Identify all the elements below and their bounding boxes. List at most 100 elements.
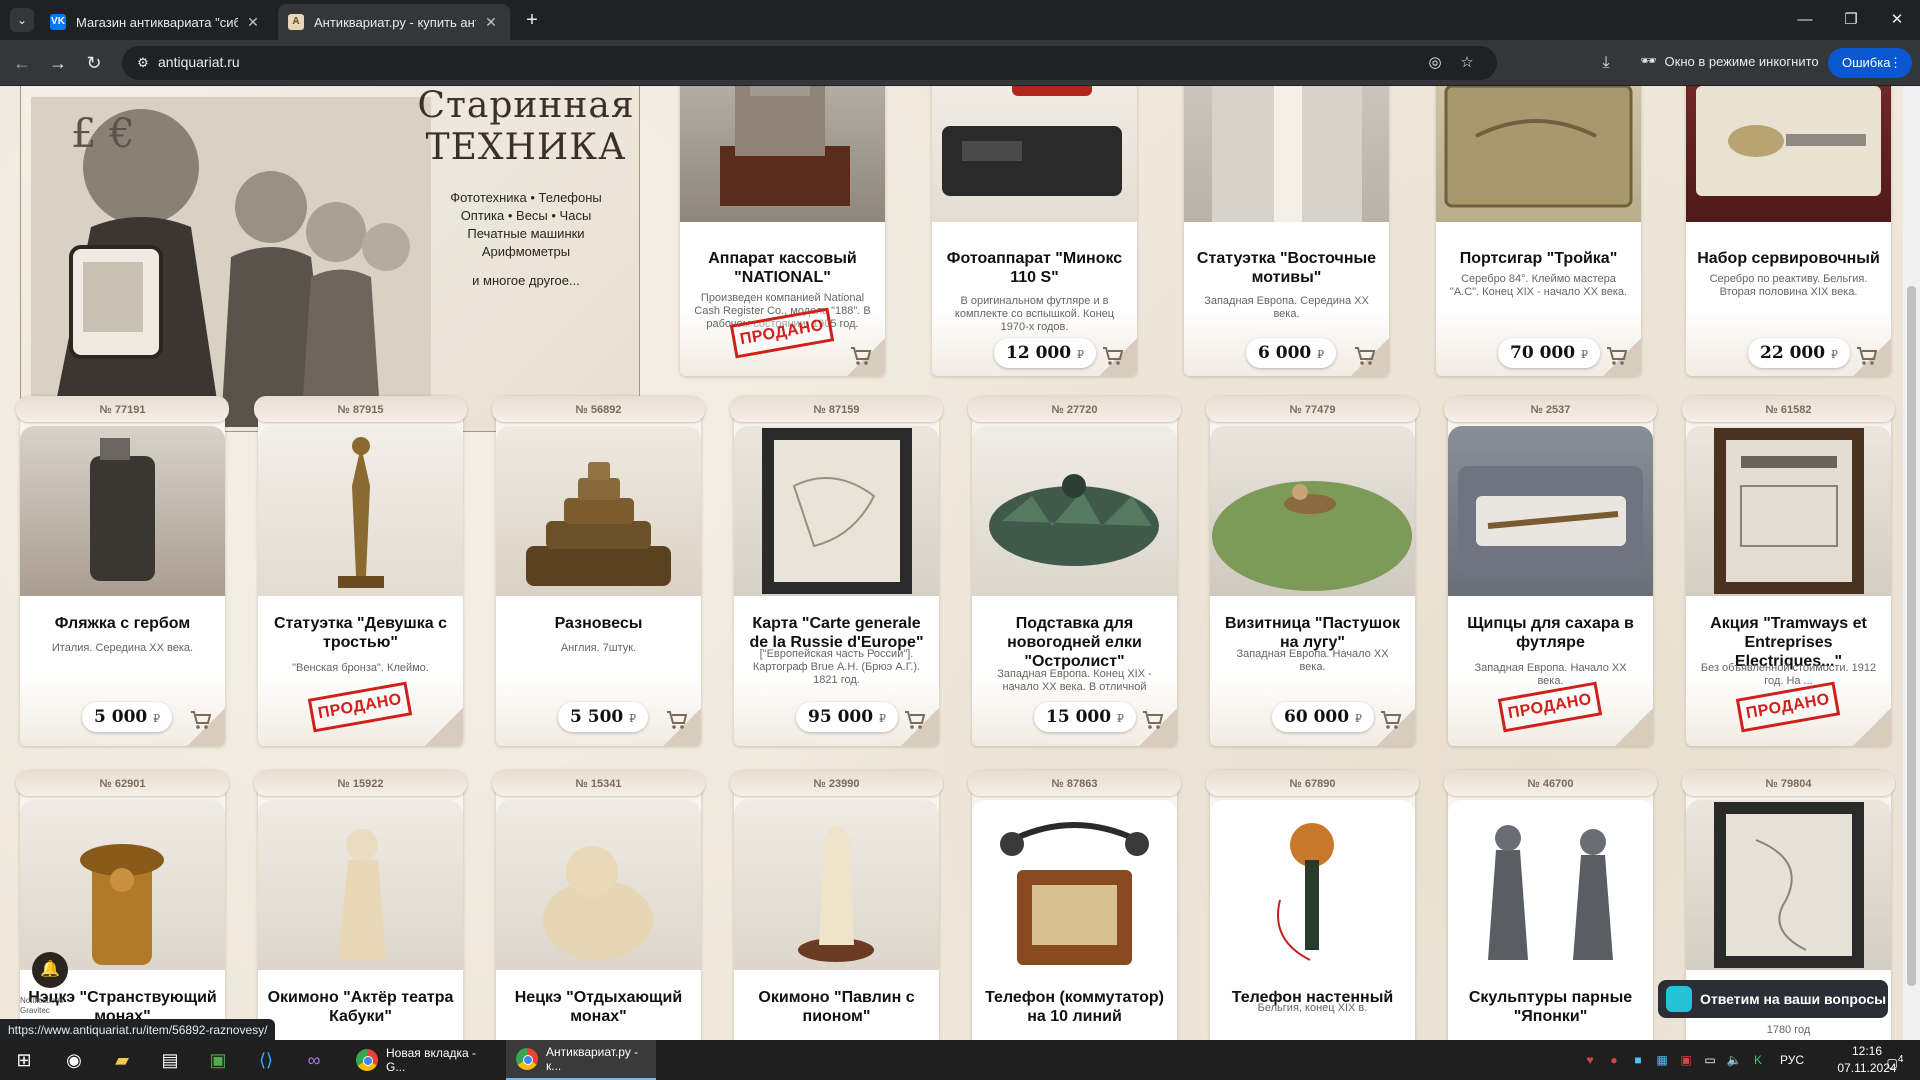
volume-icon[interactable]: 🔈 bbox=[1722, 1040, 1746, 1080]
forward-icon[interactable]: → bbox=[46, 51, 70, 75]
product-photo[interactable] bbox=[972, 426, 1177, 596]
close-window-button[interactable]: ✕ bbox=[1874, 0, 1920, 40]
chat-widget-label: Ответим на ваши вопросы bbox=[1700, 991, 1887, 1007]
currency-symbol: ₽ bbox=[153, 712, 161, 725]
product-card[interactable]: № 61582 Акция "Tramways et Entreprises E… bbox=[1682, 396, 1895, 746]
product-photo[interactable] bbox=[972, 800, 1177, 970]
product-title[interactable]: Разновесы bbox=[504, 614, 693, 633]
app-icon[interactable]: ▣ bbox=[194, 1040, 242, 1080]
tab-vk[interactable]: VK Магазин антиквариата "сибир ✕ bbox=[40, 4, 272, 40]
product-photo[interactable] bbox=[20, 800, 225, 970]
cart-icon[interactable] bbox=[1141, 708, 1165, 732]
tab-title: Антиквариат.ру - купить анти bbox=[314, 14, 476, 30]
close-tab-icon[interactable]: ✕ bbox=[244, 14, 262, 31]
product-photo[interactable] bbox=[1448, 426, 1653, 596]
tray-icon[interactable]: K bbox=[1746, 1040, 1770, 1080]
taskbar-app-new-tab[interactable]: Новая вкладка - G... bbox=[346, 1040, 496, 1080]
product-card[interactable]: № 87915 Статуэтка "Девушка с тростью" "В… bbox=[254, 396, 467, 746]
product-title[interactable]: Фляжка с гербом bbox=[28, 614, 217, 633]
price-value: 5 000 bbox=[94, 707, 148, 727]
scrollbar-thumb[interactable] bbox=[1907, 286, 1916, 986]
product-title[interactable]: Щипцы для сахара в футляре bbox=[1456, 614, 1645, 652]
bookmark-star-icon[interactable]: ☆ bbox=[1457, 53, 1477, 73]
product-card[interactable]: № 56892 Разновесы Англия. 7штук. 5 500 ₽ bbox=[492, 396, 705, 746]
product-card[interactable]: № 87863 Телефон (коммутатор) на 10 линий bbox=[968, 770, 1181, 1046]
language-indicator[interactable]: РУС bbox=[1772, 1040, 1812, 1080]
product-photo[interactable] bbox=[496, 426, 701, 596]
product-card[interactable]: № 15922 Окимоно "Актёр театра Кабуки" bbox=[254, 770, 467, 1046]
file-explorer-icon[interactable]: ▰ bbox=[98, 1040, 146, 1080]
product-card[interactable]: № 67890 Телефон настенный Бельгия, конец… bbox=[1206, 770, 1419, 1046]
tray-icon[interactable]: ▦ bbox=[1650, 1040, 1674, 1080]
tab-antiquariat[interactable]: A Антиквариат.ру - купить анти ✕ bbox=[278, 4, 510, 40]
tray-icon[interactable]: ● bbox=[1602, 1040, 1626, 1080]
new-tab-button[interactable]: + bbox=[520, 8, 544, 32]
close-tab-icon[interactable]: ✕ bbox=[482, 14, 500, 31]
product-number: № 27720 bbox=[1051, 404, 1098, 416]
address-bar[interactable]: ⚙ antiquariat.ru ◎ ☆ bbox=[122, 46, 1497, 80]
visual-studio-icon[interactable]: ∞ bbox=[290, 1040, 338, 1080]
product-photo[interactable] bbox=[258, 800, 463, 970]
product-title[interactable]: Телефон (коммутатор) на 10 линий bbox=[980, 988, 1169, 1026]
incognito-label: Окно в режиме инкогнито bbox=[1664, 53, 1819, 69]
product-price: 15 000 ₽ bbox=[1034, 702, 1136, 732]
product-card[interactable]: № 2537 Щипцы для сахара в футляре Западн… bbox=[1444, 396, 1657, 746]
product-card[interactable]: № 77479 Визитница "Пастушок на лугу" Зап… bbox=[1206, 396, 1419, 746]
product-photo[interactable] bbox=[734, 426, 939, 596]
product-title[interactable]: Подставка для новогодней елки "Остролист… bbox=[980, 614, 1169, 671]
product-photo[interactable] bbox=[1686, 426, 1891, 596]
notifications-bell-icon[interactable]: 🔔 bbox=[32, 952, 68, 988]
product-title[interactable]: Окимоно "Актёр театра Кабуки" bbox=[266, 988, 455, 1026]
product-title[interactable]: Визитница "Пастушок на лугу" bbox=[1218, 614, 1407, 652]
product-card[interactable]: № 15341 Нецкэ "Отдыхающий монах" bbox=[492, 770, 705, 1046]
minimize-button[interactable]: — bbox=[1782, 0, 1828, 40]
notepad-icon[interactable]: ▤ bbox=[146, 1040, 194, 1080]
product-photo[interactable] bbox=[20, 426, 225, 596]
windows-start-icon[interactable]: ⊞ bbox=[0, 1040, 48, 1080]
notification-center-icon[interactable]: ▢4 bbox=[1880, 1040, 1910, 1080]
product-title[interactable]: Нецкэ "Отдыхающий монах" bbox=[504, 988, 693, 1026]
tray-icon[interactable]: ■ bbox=[1626, 1040, 1650, 1080]
network-icon[interactable]: ▭ bbox=[1698, 1040, 1722, 1080]
product-photo[interactable] bbox=[734, 800, 939, 970]
cart-icon[interactable] bbox=[903, 708, 927, 732]
page-scrollbar[interactable] bbox=[1903, 86, 1920, 1046]
reload-icon[interactable]: ↻ bbox=[82, 51, 106, 75]
eye-off-icon[interactable]: ◎ bbox=[1425, 53, 1445, 73]
product-photo[interactable] bbox=[1210, 426, 1415, 596]
product-card[interactable]: № 27720 Подставка для новогодней елки "О… bbox=[968, 396, 1181, 746]
product-title[interactable]: Статуэтка "Девушка с тростью" bbox=[266, 614, 455, 652]
product-number: № 87915 bbox=[337, 404, 384, 416]
product-card[interactable]: № 77191 Фляжка с гербом Италия. Середина… bbox=[16, 396, 229, 746]
chrome-icon[interactable]: ◉ bbox=[50, 1040, 98, 1080]
vscode-icon[interactable]: ⟨⟩ bbox=[242, 1040, 290, 1080]
tray-icon[interactable]: ▣ bbox=[1674, 1040, 1698, 1080]
product-photo[interactable] bbox=[258, 426, 463, 596]
product-card[interactable]: № 46700 Скульптуры парные "Японки" bbox=[1444, 770, 1657, 1046]
cart-icon[interactable] bbox=[1379, 708, 1403, 732]
cart-icon[interactable] bbox=[665, 708, 689, 732]
error-button[interactable]: Ошибка ⋮ bbox=[1828, 48, 1912, 78]
taskbar-app-antiquariat[interactable]: Антиквариат.ру - к... bbox=[506, 1040, 656, 1080]
restore-button[interactable]: ❐ bbox=[1828, 0, 1874, 40]
product-card[interactable]: № 23990 Окимоно "Павлин с пионом" bbox=[730, 770, 943, 1046]
site-info-icon[interactable]: ⚙ bbox=[134, 54, 152, 72]
product-photo[interactable] bbox=[496, 800, 701, 970]
product-photo[interactable] bbox=[1448, 800, 1653, 970]
download-icon[interactable]: ⤓ bbox=[1595, 52, 1617, 74]
product-photo[interactable] bbox=[1210, 800, 1415, 970]
product-card[interactable]: № 87159 Карта "Carte generale de la Russ… bbox=[730, 396, 943, 746]
tab-search-button[interactable]: ⌄ bbox=[10, 8, 34, 32]
taskbar-app-title: Антиквариат.ру - к... bbox=[546, 1045, 639, 1073]
cart-icon[interactable] bbox=[189, 708, 213, 732]
product-title[interactable]: Карта "Carte generale de la Russie d'Eur… bbox=[742, 614, 931, 652]
product-photo[interactable] bbox=[1686, 800, 1891, 970]
status-url: https://www.antiquariat.ru/item/56892-ra… bbox=[0, 1019, 276, 1041]
chat-widget[interactable]: Ответим на ваши вопросы bbox=[1658, 980, 1888, 1018]
product-title[interactable]: Окимоно "Павлин с пионом" bbox=[742, 988, 931, 1026]
incognito-indicator[interactable]: 🕶 Окно в режиме инкогнито bbox=[1640, 53, 1819, 69]
product-price: 5 500 ₽ bbox=[558, 702, 649, 732]
back-icon[interactable]: ← bbox=[10, 51, 34, 75]
tray-icon[interactable]: ♥ bbox=[1578, 1040, 1602, 1080]
product-title[interactable]: Скульптуры парные "Японки" bbox=[1456, 988, 1645, 1026]
